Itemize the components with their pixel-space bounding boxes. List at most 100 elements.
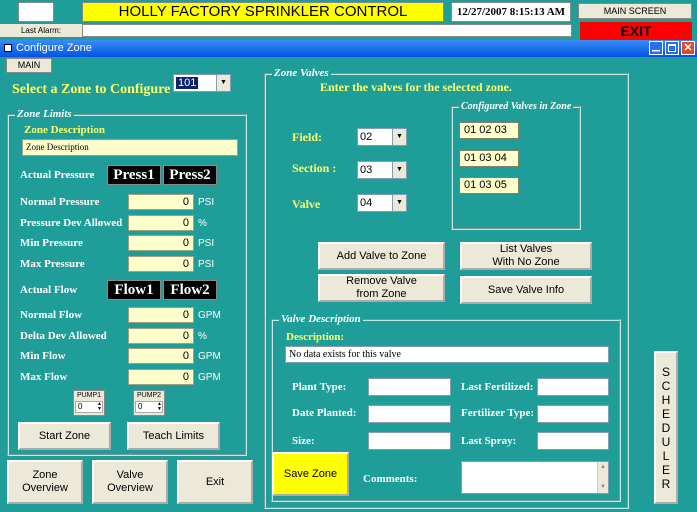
teach-limits-button[interactable]: Teach Limits xyxy=(127,422,220,450)
chevron-down-icon[interactable]: ▼ xyxy=(392,195,406,211)
chevron-down-icon[interactable]: ▼ xyxy=(216,75,230,91)
exit-window-button[interactable]: Exit xyxy=(177,460,253,504)
zone-select-value: 101 xyxy=(176,77,199,89)
valve-overview-button[interactable]: Valve Overview xyxy=(92,460,168,504)
section-select-value: 03 xyxy=(360,164,373,176)
zone-overview-button[interactable]: Zone Overview xyxy=(7,460,83,504)
chevron-down-icon[interactable]: ▼ xyxy=(392,162,406,178)
add-valve-button[interactable]: Add Valve to Zone xyxy=(318,242,445,270)
limit-label: Pressure Dev Allowed xyxy=(20,216,123,229)
limit-unit: PSI xyxy=(198,197,215,208)
comments-label: Comments: xyxy=(363,473,418,485)
date-planted-field[interactable] xyxy=(368,405,451,423)
limit-value-field[interactable]: 0 xyxy=(128,214,194,231)
limit-value-field[interactable]: 0 xyxy=(128,235,194,251)
configured-valve-item[interactable]: 01 03 04 xyxy=(459,150,519,167)
valve-description-legend: Valve Description xyxy=(279,313,363,326)
scheduler-button[interactable]: SC HE D UL ER xyxy=(654,351,678,504)
limit-unit: GPM xyxy=(198,351,221,362)
limit-unit: PSI xyxy=(198,258,215,270)
valve-select-value: 04 xyxy=(360,197,373,209)
select-zone-label: Select a Zone to Configure xyxy=(12,82,171,97)
valve-select[interactable]: 04 ▼ xyxy=(357,194,407,212)
zone-select[interactable]: 101 ▼ xyxy=(173,74,231,92)
limit-value-field[interactable]: 0 xyxy=(128,368,194,385)
plant-type-field[interactable] xyxy=(368,378,451,396)
app-title: HOLLY FACTORY SPRINKLER CONTROL xyxy=(82,2,444,22)
limit-label: Min Flow xyxy=(20,350,66,362)
field-select-value: 02 xyxy=(360,131,373,143)
save-valve-info-button[interactable]: Save Valve Info xyxy=(460,276,592,304)
pump2-label: PUMP2 xyxy=(136,392,162,399)
valve-description-label: Description: xyxy=(286,331,345,343)
window-title: Configure Zone xyxy=(16,42,92,54)
press2-header: Press2 xyxy=(163,165,217,185)
datetime-display: 12/27/2007 8:15:13 AM xyxy=(451,2,571,22)
spinner-arrows-icon[interactable]: ▲ ▼ xyxy=(157,402,162,412)
close-button[interactable]: ✕ xyxy=(681,41,695,55)
configured-valve-item[interactable]: 01 03 05 xyxy=(459,177,519,194)
limit-unit: % xyxy=(198,217,207,229)
limit-value-field[interactable]: 0 xyxy=(128,307,194,323)
field-select[interactable]: 02 ▼ xyxy=(357,128,407,146)
spinner-arrows-icon[interactable]: ▲ ▼ xyxy=(97,402,102,412)
last-spray-field[interactable] xyxy=(537,432,609,450)
limit-value-field[interactable]: 0 xyxy=(128,327,194,344)
size-field[interactable] xyxy=(368,432,451,450)
header-logo-box xyxy=(18,2,54,22)
chevron-down-icon[interactable]: ▼ xyxy=(392,129,406,145)
remove-valve-button[interactable]: Remove Valve from Zone xyxy=(318,274,445,302)
zone-valves-legend: Zone Valves xyxy=(272,67,331,80)
fertilizer-type-field[interactable] xyxy=(537,405,609,423)
limit-label: Max Pressure xyxy=(20,257,85,270)
main-screen-button[interactable]: MAIN SCREEN xyxy=(578,3,692,19)
configured-valve-item[interactable]: 01 02 03 xyxy=(459,122,519,139)
minimize-button[interactable]: ▁ xyxy=(649,41,663,55)
exit-button[interactable]: EXIT xyxy=(580,22,692,40)
zone-limits-legend: Zone Limits xyxy=(15,108,74,121)
valve-description-field[interactable]: No data exists for this valve xyxy=(285,346,609,363)
valve-label: Valve xyxy=(292,197,321,211)
field-label: Field: xyxy=(292,130,322,144)
pump1-group: PUMP1 0 ▲ ▼ xyxy=(73,390,105,416)
tab-main[interactable]: MAIN xyxy=(6,58,52,73)
limit-value-field[interactable]: 0 xyxy=(128,194,194,210)
pump1-spinner[interactable]: 0 ▲ ▼ xyxy=(75,401,103,413)
date-planted-label: Date Planted: xyxy=(292,407,357,419)
last-fertilized-field[interactable] xyxy=(537,378,609,396)
configured-valves-legend: Configured Valves in Zone xyxy=(459,100,574,113)
window-titlebar xyxy=(0,40,697,57)
limit-label: Delta Dev Allowed xyxy=(20,329,107,342)
section-label: Section : xyxy=(292,161,337,175)
scheduler-label: SC HE D UL ER xyxy=(661,364,671,491)
plant-type-label: Plant Type: xyxy=(292,381,347,393)
section-select[interactable]: 03 ▼ xyxy=(357,161,407,179)
limit-unit: PSI xyxy=(198,238,215,249)
limit-label: Max Flow xyxy=(20,370,68,383)
actual-flow-label: Actual Flow xyxy=(20,284,78,296)
limit-unit: GPM xyxy=(198,310,221,321)
limit-unit: GPM xyxy=(198,371,221,383)
last-fertilized-label: Last Fertilized: xyxy=(461,381,534,393)
start-zone-button[interactable]: Start Zone xyxy=(18,422,111,450)
zone-valves-instruction: Enter the valves for the selected zone. xyxy=(320,80,512,94)
limit-value-field[interactable]: 0 xyxy=(128,348,194,364)
list-valves-no-zone-button[interactable]: List Valves With No Zone xyxy=(460,242,592,270)
comments-textarea[interactable]: ▲ ▼ xyxy=(461,461,609,494)
maximize-button[interactable] xyxy=(665,41,679,55)
zone-description-label: Zone Description xyxy=(24,124,105,136)
flow1-header: Flow1 xyxy=(107,280,161,300)
zone-description-field[interactable]: Zone Description xyxy=(22,139,238,156)
limit-unit: % xyxy=(198,330,207,342)
press1-header: Press1 xyxy=(107,165,161,185)
limit-label: Min Pressure xyxy=(20,237,83,249)
fertilizer-type-label: Fertilizer Type: xyxy=(461,407,534,419)
comments-scrollbar[interactable]: ▲ ▼ xyxy=(597,462,608,493)
save-zone-button[interactable]: Save Zone xyxy=(272,452,349,496)
pump2-spinner[interactable]: 0 ▲ ▼ xyxy=(135,401,163,413)
last-spray-label: Last Spray: xyxy=(461,435,517,447)
limit-value-field[interactable]: 0 xyxy=(128,255,194,272)
window-icon xyxy=(4,44,12,52)
limit-label: Normal Flow xyxy=(20,309,83,321)
size-label: Size: xyxy=(292,435,315,447)
